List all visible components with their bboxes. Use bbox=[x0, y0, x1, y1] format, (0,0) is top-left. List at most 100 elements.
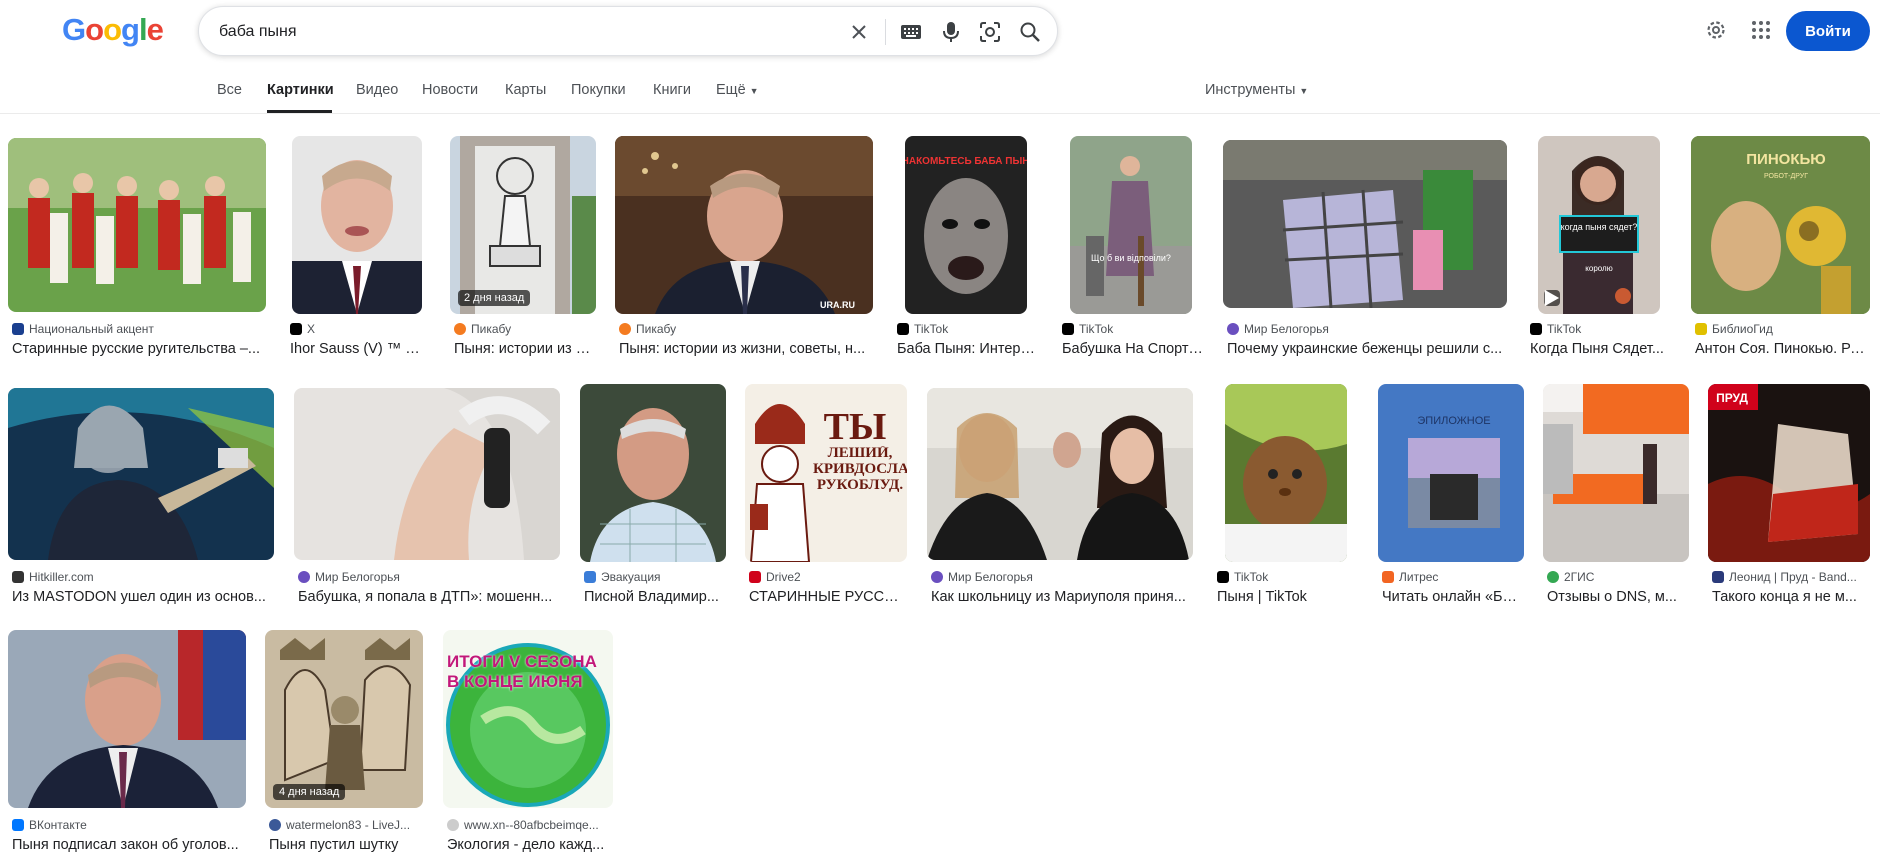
image-result[interactable]: Эвакуация Писной Владимир... bbox=[580, 384, 726, 614]
image-result[interactable]: Мир Белогорья Как школьницу из Мариуполя… bbox=[927, 384, 1193, 614]
result-thumbnail[interactable] bbox=[8, 630, 246, 808]
result-title[interactable]: Когда Пыня Сядет... bbox=[1530, 341, 1672, 357]
result-thumbnail[interactable]: когда пыня сядет? королю bbox=[1538, 136, 1660, 314]
image-result[interactable]: 2 дня назад Пикабу Пыня: истории из жизн… bbox=[450, 136, 596, 366]
tab-shopping[interactable]: Покупки bbox=[571, 82, 626, 98]
search-input[interactable] bbox=[219, 19, 819, 45]
result-thumbnail[interactable] bbox=[1223, 140, 1507, 308]
result-title[interactable]: Экология - дело кажд... bbox=[447, 837, 613, 853]
result-title[interactable]: Пыня: истории из жизни... bbox=[454, 341, 596, 357]
result-source: watermelon83 - LiveJ... bbox=[269, 818, 423, 832]
thumb-caption: ПРУД bbox=[1716, 391, 1748, 405]
result-title[interactable]: Читать онлайн «Бабушка... bbox=[1382, 589, 1524, 605]
result-thumbnail[interactable] bbox=[8, 388, 274, 560]
result-thumbnail[interactable]: ЭПИЛОЖНОЕ bbox=[1378, 384, 1524, 562]
divider bbox=[885, 19, 886, 45]
result-thumbnail[interactable] bbox=[580, 384, 726, 562]
search-tabs: Все Картинки Видео Новости Карты Покупки… bbox=[0, 76, 1880, 114]
result-thumbnail[interactable]: ИТОГИ V СЕЗОНА В КОНЦЕ ИЮНЯ bbox=[443, 630, 613, 808]
image-result[interactable]: ПРУД Леонид | Пруд - Band... Такого конц… bbox=[1708, 384, 1870, 614]
settings-gear-icon[interactable] bbox=[1703, 17, 1729, 43]
tab-news[interactable]: Новости bbox=[422, 82, 478, 98]
result-title[interactable]: Из MASTODON ушел один из основ... bbox=[12, 589, 274, 605]
image-result[interactable]: Мир Белогорья Бабушка, я попала в ДТП»: … bbox=[294, 384, 560, 614]
clear-icon[interactable] bbox=[847, 20, 871, 44]
result-thumbnail[interactable] bbox=[8, 138, 266, 312]
image-result[interactable]: Hitkiller.com Из MASTODON ушел один из о… bbox=[8, 384, 274, 614]
result-title[interactable]: Как школьницу из Мариуполя приня... bbox=[931, 589, 1193, 605]
result-title[interactable]: Пыня | TikTok bbox=[1217, 589, 1359, 605]
result-thumbnail[interactable] bbox=[927, 388, 1193, 560]
chevron-down-icon: ▼ bbox=[749, 86, 759, 96]
image-result[interactable]: 4 дня назад watermelon83 - LiveJ... Пыня… bbox=[265, 630, 423, 860]
image-result[interactable]: ЗНАКОМЬТЕСЬ БАБА ПЫНЯ TikTok Баба Пыня: … bbox=[893, 136, 1039, 366]
result-title[interactable]: Пыня пустил шутку bbox=[269, 837, 423, 853]
result-title[interactable]: СТАРИННЫЕ РУССКИЕ... bbox=[749, 589, 907, 605]
source-name: БиблиоГид bbox=[1712, 322, 1773, 336]
result-thumbnail[interactable]: ПРУД bbox=[1708, 384, 1870, 562]
result-thumbnail[interactable] bbox=[1225, 384, 1347, 562]
result-title[interactable]: Антон Соя. Пинокью. Ро... bbox=[1695, 341, 1870, 357]
result-title[interactable]: Старинные русские ругительства –... bbox=[12, 341, 266, 357]
tiktok-icon bbox=[1217, 571, 1229, 583]
image-result[interactable]: ВКонтакте Пыня подписал закон об уголов.… bbox=[8, 630, 246, 860]
image-result[interactable]: Мир Белогорья Почему украинские беженцы … bbox=[1223, 136, 1507, 366]
result-title[interactable]: Бабушка На Спорте... bbox=[1062, 341, 1204, 357]
tab-images[interactable]: Картинки bbox=[267, 82, 334, 98]
image-result[interactable]: когда пыня сядет? королю TikTok Когда Пын… bbox=[1526, 136, 1672, 366]
result-title[interactable]: Писной Владимир... bbox=[584, 589, 726, 605]
result-thumbnail[interactable] bbox=[292, 136, 422, 314]
result-source: Пикабу bbox=[454, 322, 596, 336]
result-title[interactable]: Бабушка, я попала в ДТП»: мошенн... bbox=[298, 589, 560, 605]
result-thumbnail[interactable]: ЗНАКОМЬТЕСЬ БАБА ПЫНЯ bbox=[905, 136, 1027, 314]
google-logo[interactable]: Google bbox=[62, 12, 164, 48]
source-name: Пикабу bbox=[636, 322, 677, 336]
result-title[interactable]: Ihor Sauss (V) ™ on X: "Ш... bbox=[290, 341, 426, 357]
source-name: X bbox=[307, 322, 316, 336]
keyboard-icon[interactable] bbox=[899, 20, 923, 44]
result-thumbnail[interactable]: 2 дня назад bbox=[450, 136, 596, 314]
image-result[interactable]: 2ГИС Отзывы о DNS, м... bbox=[1543, 384, 1689, 614]
tab-all[interactable]: Все bbox=[217, 82, 242, 98]
signin-button[interactable]: Войти bbox=[1786, 11, 1870, 51]
result-title[interactable]: Баба Пыня: Интервью... bbox=[897, 341, 1039, 357]
search-icon[interactable] bbox=[1018, 20, 1042, 44]
tab-video[interactable]: Видео bbox=[356, 82, 398, 98]
tab-maps[interactable]: Карты bbox=[505, 82, 546, 98]
tab-books[interactable]: Книги bbox=[653, 82, 691, 98]
result-thumbnail[interactable]: ПИНОКЬЮ РОБОТ-ДРУГ bbox=[1691, 136, 1870, 314]
thumb-caption: королю bbox=[1585, 264, 1612, 273]
microphone-icon[interactable] bbox=[939, 20, 963, 44]
result-thumbnail[interactable]: 4 дня назад bbox=[265, 630, 423, 808]
image-result[interactable]: X Ihor Sauss (V) ™ on X: "Ш... bbox=[288, 136, 428, 366]
image-result[interactable]: TikTok Пыня | TikTok bbox=[1213, 384, 1359, 614]
lens-camera-icon[interactable] bbox=[978, 20, 1002, 44]
tab-more[interactable]: Ещё ▼ bbox=[716, 82, 759, 98]
result-title[interactable]: Пыня подписал закон об уголов... bbox=[12, 837, 246, 853]
result-title[interactable]: Почему украинские беженцы решили с... bbox=[1227, 341, 1507, 357]
source-name: Пикабу bbox=[471, 322, 512, 336]
image-result[interactable]: Национальный акцент Старинные русские ру… bbox=[8, 136, 266, 366]
tools-button[interactable]: Инструменты ▼ bbox=[1205, 82, 1308, 98]
result-source: Эвакуация bbox=[584, 570, 726, 584]
image-result[interactable]: Що б ви відповіли? TikTok Бабушка На Спо… bbox=[1058, 136, 1204, 366]
result-source: Пикабу bbox=[619, 322, 873, 336]
thumb-caption: ЭПИЛОЖНОЕ bbox=[1417, 415, 1490, 427]
result-title[interactable]: Такого конца я не м... bbox=[1712, 589, 1870, 605]
result-thumbnail[interactable]: URA.RU bbox=[615, 136, 873, 314]
apps-grid-icon[interactable] bbox=[1748, 17, 1774, 43]
result-thumbnail[interactable]: ТЫЛЕШИЙ, КРИВДОСЛАВ РУКОБЛУД. bbox=[745, 384, 907, 562]
image-result[interactable]: ПИНОКЬЮ РОБОТ-ДРУГ БиблиоГид Антон Соя. П… bbox=[1691, 136, 1870, 366]
image-result[interactable]: ЭПИЛОЖНОЕ Литрес Читать онлайн «Бабушка.… bbox=[1378, 384, 1524, 614]
image-result[interactable]: ИТОГИ V СЕЗОНА В КОНЦЕ ИЮНЯ www.xn--80af… bbox=[443, 630, 613, 860]
result-thumbnail[interactable] bbox=[1543, 384, 1689, 562]
image-result[interactable]: URA.RU Пикабу Пыня: истории из жизни, со… bbox=[615, 136, 873, 366]
result-title[interactable]: Пыня: истории из жизни, советы, н... bbox=[619, 341, 873, 357]
search-box bbox=[198, 6, 1058, 56]
image-result[interactable]: ТЫЛЕШИЙ, КРИВДОСЛАВ РУКОБЛУД. Drive2 СТА… bbox=[745, 384, 907, 614]
result-thumbnail[interactable]: Що б ви відповіли? bbox=[1070, 136, 1192, 314]
result-title[interactable]: Отзывы о DNS, м... bbox=[1547, 589, 1689, 605]
result-thumbnail[interactable] bbox=[294, 388, 560, 560]
tab-more-label: Ещё bbox=[716, 82, 746, 98]
result-source: TikTok bbox=[1530, 322, 1672, 336]
